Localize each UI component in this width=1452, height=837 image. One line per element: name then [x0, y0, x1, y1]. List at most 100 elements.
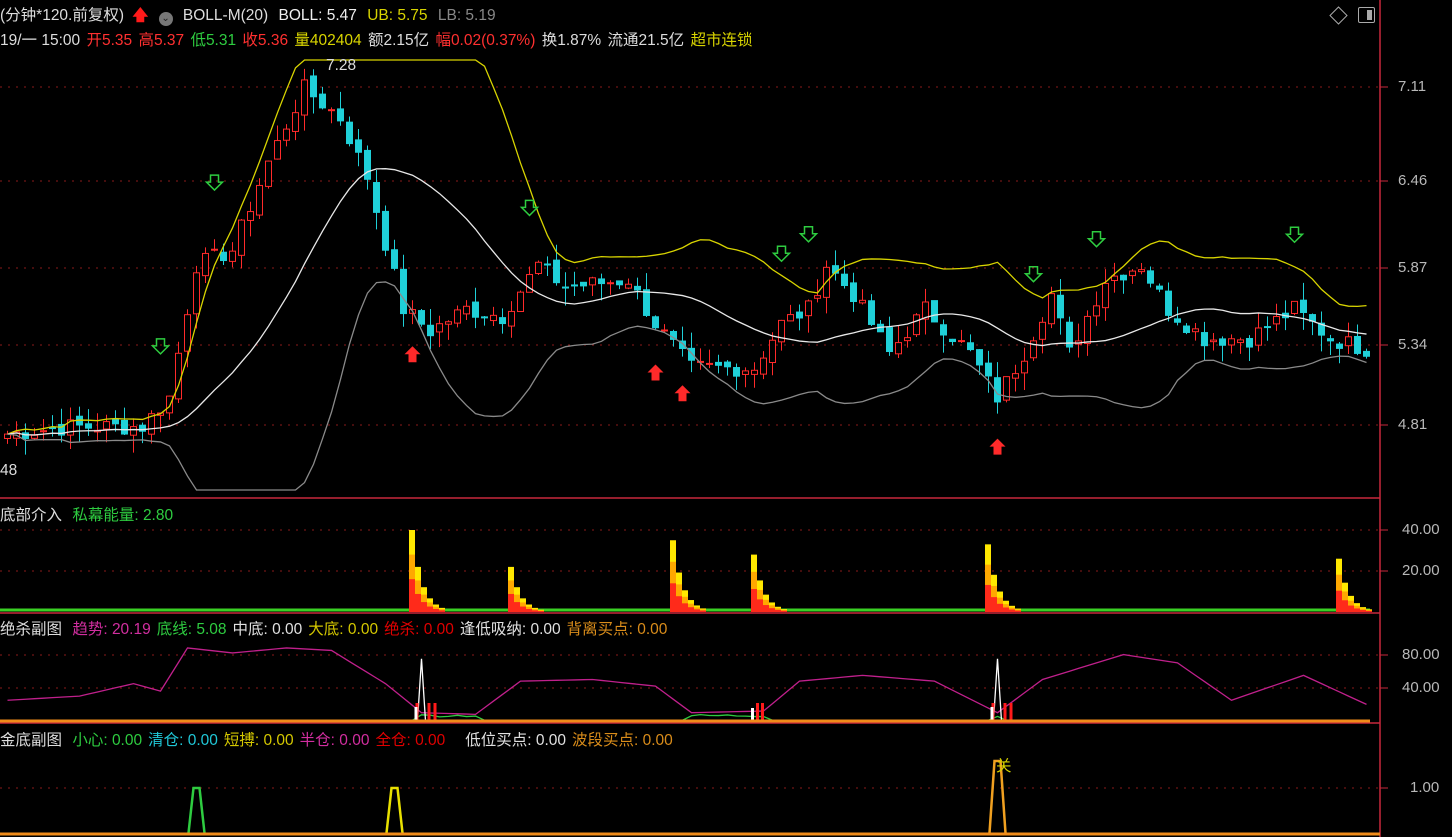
candle-body	[634, 285, 641, 291]
candle-body	[1111, 275, 1118, 282]
panel1-value: 私幕能量: 2.80	[72, 507, 174, 524]
energy-bar	[532, 610, 538, 612]
low-price-label: 48	[0, 462, 18, 479]
axis-label: 80.00	[1402, 646, 1440, 663]
candle-body	[1138, 269, 1145, 273]
candle-body	[535, 261, 542, 274]
panel2-value: 大底: 0.00	[308, 621, 379, 638]
candle-body	[967, 342, 974, 351]
candle-body	[841, 273, 848, 287]
candle-body	[1300, 299, 1307, 313]
signal-pulse	[187, 786, 206, 834]
boll-lower-line	[7, 281, 1367, 491]
candle-body	[1165, 290, 1172, 316]
candle-body	[706, 362, 713, 365]
energy-bar	[757, 599, 763, 612]
candle-body	[1255, 327, 1262, 346]
energy-bar	[688, 607, 694, 612]
candle-body	[373, 182, 380, 213]
axis-label: 5.34	[1398, 336, 1428, 353]
candle-body	[1120, 274, 1127, 281]
candle-body	[1084, 315, 1091, 345]
candle-body	[337, 108, 344, 122]
candle-body	[1354, 335, 1361, 354]
candle-body	[1093, 305, 1100, 317]
stock-chart[interactable]	[0, 0, 1452, 837]
buy-arrow-icon	[989, 438, 1006, 455]
candle-body	[364, 149, 371, 180]
candle-body	[985, 362, 992, 377]
panel3-title[interactable]: 金底副图	[0, 732, 62, 749]
axis-label: 5.87	[1398, 259, 1428, 276]
boll-upper-line	[7, 59, 1367, 435]
quote-line: 19/一 15:00 开5.35 高5.37 低5.31 收5.36 量4024…	[0, 28, 758, 50]
candle-body	[652, 316, 659, 329]
price-header: (分钟*120.前复权) 🡅 ⌄ BOLL-M(20) BOLL: 5.47 U…	[0, 3, 502, 30]
energy-bar	[508, 593, 514, 612]
candle-body	[31, 434, 38, 439]
energy-bar	[991, 597, 997, 612]
candle-body	[625, 283, 632, 289]
period-label[interactable]: (分钟*120.前复权)	[0, 7, 124, 24]
energy-bar	[514, 602, 520, 612]
energy-bar	[781, 610, 787, 612]
candle-body	[328, 109, 335, 112]
energy-bar	[1366, 610, 1372, 612]
energy-bar	[985, 584, 991, 612]
kill-bar	[1009, 703, 1013, 721]
panel2-value: 绝杀: 0.00	[384, 621, 454, 638]
energy-bar	[1354, 608, 1360, 612]
sell-arrow-icon	[1284, 226, 1305, 244]
candle-body	[355, 139, 362, 153]
sell-arrow-icon	[771, 245, 792, 263]
candle-body	[382, 210, 389, 251]
candle-body	[1246, 338, 1253, 348]
energy-bar	[409, 579, 415, 612]
buy-arrow-icon	[647, 364, 664, 381]
candle-body	[976, 349, 983, 366]
energy-bar	[433, 608, 439, 612]
candle-body	[310, 75, 317, 98]
candle-body	[1228, 338, 1235, 346]
dropdown-icon[interactable]: ⌄	[158, 12, 173, 26]
panel3-value: 短搏: 0.00	[223, 732, 294, 749]
candle-body	[553, 259, 560, 284]
candle-body	[733, 367, 740, 377]
candle-body	[1219, 338, 1226, 346]
panel3-value: 低位买点: 0.00	[465, 732, 567, 749]
panel-toggle-icon[interactable]	[1358, 7, 1375, 23]
candle-body	[1192, 328, 1199, 333]
energy-bar	[1348, 605, 1354, 612]
amount-value: 额2.15亿	[367, 32, 430, 49]
panel1-title[interactable]: 底部介入	[0, 507, 62, 524]
panel2-title[interactable]: 绝杀副图	[0, 621, 62, 638]
volume-value: 量402404	[294, 32, 362, 49]
candle-body	[490, 314, 497, 322]
energy-bar	[751, 589, 757, 612]
candle-body	[103, 421, 110, 430]
candle-body	[544, 263, 551, 266]
kill-bar	[427, 703, 431, 721]
axis-label: 6.46	[1398, 172, 1428, 189]
sell-arrow-icon	[1086, 230, 1107, 248]
kill-bar	[756, 703, 759, 721]
candle-body	[517, 291, 524, 313]
candle-body	[742, 370, 749, 375]
candle-body	[913, 314, 920, 336]
signal-pulse	[385, 786, 404, 834]
candle-body	[1174, 318, 1181, 323]
indicator-name[interactable]: BOLL-M(20)	[183, 7, 268, 24]
candle-body	[1147, 270, 1154, 284]
signal-spike	[416, 658, 427, 722]
candle-body	[301, 79, 308, 116]
candle-body	[346, 121, 353, 145]
candle-body	[427, 324, 434, 337]
energy-bar	[694, 609, 700, 612]
candle-body	[292, 112, 299, 132]
panel3-value: 半仓: 0.00	[299, 732, 370, 749]
signal-spike	[992, 658, 1003, 722]
open-value: 开5.35	[86, 32, 133, 49]
panel3-value: 清仓: 0.00	[148, 732, 218, 749]
low-value: 低5.31	[190, 32, 237, 49]
sector-link[interactable]: 超市连锁	[690, 32, 752, 49]
